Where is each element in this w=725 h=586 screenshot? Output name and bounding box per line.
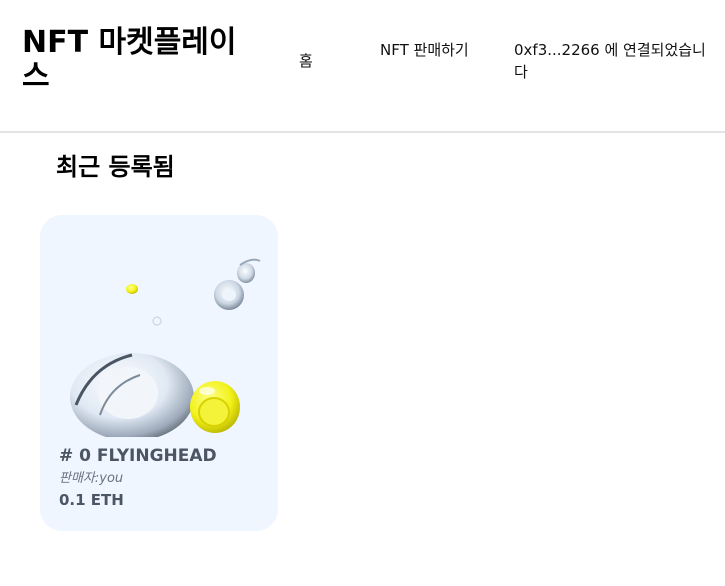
yellow-disc	[190, 381, 240, 433]
glass-head-large	[70, 353, 194, 437]
yellow-blob-small	[126, 284, 138, 294]
site-header: NFT 마켓플레이스 홈 NFT 판매하기 0xf3...2266 에 연결되었…	[0, 0, 725, 133]
nft-price: 0.1 ETH	[59, 491, 124, 509]
brand-title[interactable]: NFT 마켓플레이스	[22, 26, 262, 94]
nft-card[interactable]: # 0 FLYINGHEAD 판매자:you 0.1 ETH	[40, 215, 278, 531]
nav-sell-link[interactable]: NFT 판매하기	[380, 39, 480, 61]
nft-seller: 판매자:you	[59, 471, 124, 486]
nft-name: # 0 FLYINGHEAD	[59, 446, 217, 466]
wallet-status[interactable]: 0xf3...2266 에 연결되었습니다	[514, 39, 719, 83]
glass-head-small	[214, 258, 261, 310]
nft-image[interactable]	[40, 215, 278, 437]
section-title: 최근 등록됨	[56, 153, 175, 181]
nav-home-link[interactable]: 홈	[299, 50, 313, 72]
